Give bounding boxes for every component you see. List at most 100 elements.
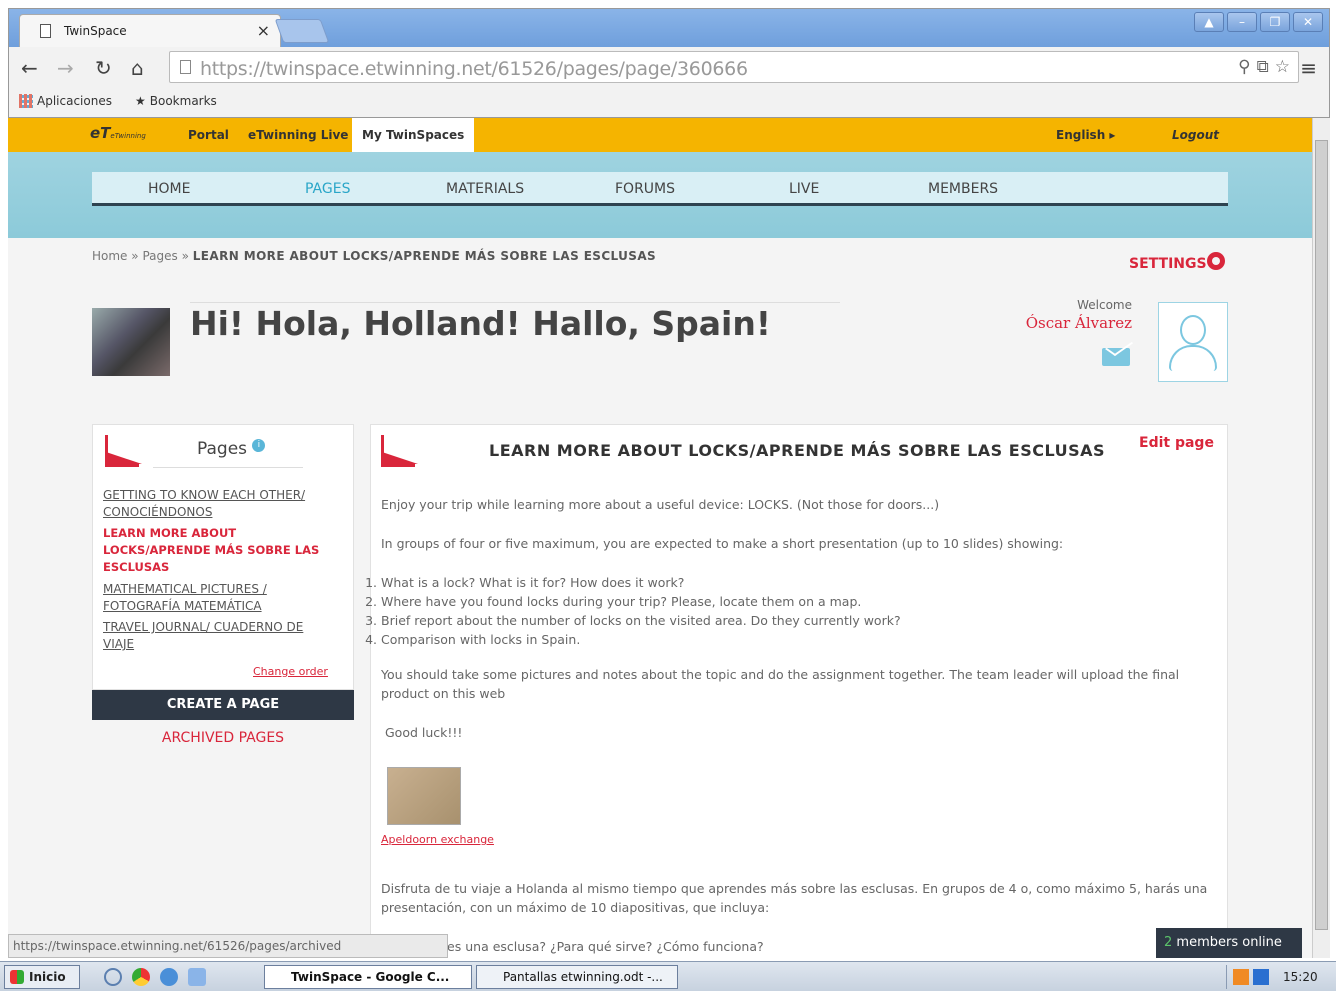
pages-panel: Pages i GETTING TO KNOW EACH OTHER/ CONO…	[92, 424, 354, 690]
list-item: What is a lock? What is it for? How does…	[381, 573, 1211, 592]
chrome-icon[interactable]	[132, 968, 150, 986]
avatar-body-icon	[1169, 345, 1217, 371]
pages-panel-title: Pages i	[197, 439, 266, 459]
apps-grid-icon	[19, 94, 33, 108]
page-link-getting-to-know[interactable]: GETTING TO KNOW EACH OTHER/ CONOCIÉNDONO…	[103, 487, 333, 521]
list-item: Comparison with locks in Spain.	[381, 630, 1211, 649]
tab-members[interactable]: MEMBERS	[928, 172, 998, 206]
title-divider	[190, 302, 840, 303]
media-icon[interactable]	[160, 968, 178, 986]
browser-tab[interactable]: TwinSpace ×	[19, 14, 281, 47]
home-icon[interactable]: ⌂	[131, 56, 144, 80]
scrollbar[interactable]	[1312, 118, 1330, 958]
close-window-button[interactable]: ✕	[1293, 12, 1323, 32]
archived-pages-link[interactable]: ARCHIVED PAGES	[92, 730, 354, 746]
reload-icon[interactable]: ↻	[95, 56, 112, 80]
avatar-head-icon	[1180, 315, 1206, 345]
content-paragraph: Disfruta de tu viaje a Holanda al mismo …	[381, 881, 1208, 915]
bookmark-folder[interactable]: ★ Bookmarks	[135, 94, 217, 108]
nav-portal[interactable]: Portal	[188, 118, 229, 152]
content-title: LEARN MORE ABOUT LOCKS/APRENDE MÁS SOBRE…	[489, 441, 1106, 460]
breadcrumb-home[interactable]: Home	[92, 249, 127, 263]
translate-icon[interactable]: ⧉	[1257, 57, 1269, 77]
address-bar[interactable]: https://twinspace.etwinning.net/61526/pa…	[169, 51, 1299, 83]
tab-materials[interactable]: MATERIALS	[446, 172, 524, 206]
tab-forums[interactable]: FORUMS	[615, 172, 675, 206]
page-link-travel-journal[interactable]: TRAVEL JOURNAL/ CUADERNO DE VIAJE	[103, 619, 333, 653]
star-icon[interactable]: ☆	[1275, 57, 1290, 77]
breadcrumb-pages[interactable]: Pages	[142, 249, 177, 263]
main-nav-band: HOME PAGES MATERIALS FORUMS LIVE MEMBERS	[8, 152, 1312, 238]
page-content: LEARN MORE ABOUT LOCKS/APRENDE MÁS SOBRE…	[370, 424, 1228, 958]
panel-divider	[153, 467, 303, 468]
taskbar: Inicio TwinSpace - Google C... Pantallas…	[0, 961, 1336, 991]
attachment-link[interactable]: Apeldoorn exchange	[381, 833, 494, 846]
task-pantallas-odt[interactable]: Pantallas etwinning.odt -...	[476, 965, 678, 989]
status-bar: https://twinspace.etwinning.net/61526/pa…	[8, 934, 448, 958]
forward-arrow-icon[interactable]: →	[57, 56, 74, 80]
breadcrumb: Home » Pages » LEARN MORE ABOUT LOCKS/AP…	[92, 249, 657, 263]
page-icon	[180, 60, 191, 74]
tab-live[interactable]: LIVE	[789, 172, 819, 206]
new-tab-button[interactable]	[274, 19, 330, 43]
settings-link[interactable]: SETTINGS	[1129, 252, 1225, 274]
logout-link[interactable]: Logout	[1172, 118, 1219, 152]
menu-icon[interactable]: ≡	[1300, 56, 1317, 80]
task-twinspace-chrome[interactable]: TwinSpace - Google C...	[264, 965, 472, 989]
close-tab-icon[interactable]: ×	[257, 21, 270, 40]
url-text: https://twinspace.etwinning.net/61526/pa…	[200, 58, 748, 80]
language-selector[interactable]: English ▸	[1056, 118, 1115, 152]
system-tray: 15:20	[1226, 965, 1334, 989]
main-nav: HOME PAGES MATERIALS FORUMS LIVE MEMBERS	[92, 172, 1228, 206]
tray-network-icon[interactable]	[1253, 969, 1269, 985]
tab-home[interactable]: HOME	[148, 172, 190, 206]
minimize-button[interactable]: –	[1227, 12, 1257, 32]
members-online-badge[interactable]: 2 members online	[1156, 928, 1302, 958]
nav-etwinning-live[interactable]: eTwinning Live	[248, 118, 348, 152]
star-icon: ★	[135, 94, 146, 108]
twinspace-photo	[92, 308, 170, 376]
window-controls: ▲ – ❐ ✕	[1194, 12, 1323, 32]
zoom-icon[interactable]: ⚲	[1238, 57, 1250, 77]
restore-button[interactable]: ❐	[1260, 12, 1290, 32]
bookmark-apps[interactable]: Aplicaciones	[19, 94, 112, 108]
content-paragraph: You should take some pictures and notes …	[381, 667, 1180, 701]
user-name[interactable]: Óscar Álvarez	[988, 314, 1132, 332]
ie-icon[interactable]	[104, 968, 122, 986]
tab-pages[interactable]: PAGES	[305, 172, 350, 206]
document-icon	[40, 24, 51, 38]
title-bar: TwinSpace × ▲ – ❐ ✕	[9, 9, 1329, 47]
back-arrow-icon[interactable]: ←	[21, 56, 38, 80]
info-icon[interactable]: i	[252, 439, 266, 452]
page-link-locks[interactable]: LEARN MORE ABOUT LOCKS/APRENDE MÁS SOBRE…	[103, 525, 333, 576]
tab-title: TwinSpace	[64, 24, 127, 38]
gear-icon	[1206, 252, 1225, 270]
list-item: Where have you found locks during your t…	[381, 592, 1211, 611]
welcome-label: Welcome	[1077, 298, 1132, 312]
avatar[interactable]	[1158, 302, 1228, 382]
mail-icon[interactable]	[1102, 348, 1130, 366]
list-item: Brief report about the number of locks o…	[381, 611, 1211, 630]
browser-toolbar: ← → ↻ ⌂ https://twinspace.etwinning.net/…	[9, 47, 1329, 87]
page-link-mathematical-pictures[interactable]: MATHEMATICAL PICTURES / FOTOGRAFÍA MATEM…	[103, 581, 333, 615]
twinspace-page: eTeTwinning Portal eTwinning Live My Twi…	[8, 118, 1312, 958]
clock: 15:20	[1283, 970, 1318, 984]
user-icon[interactable]: ▲	[1194, 12, 1224, 32]
create-page-button[interactable]: CREATE A PAGE	[92, 690, 354, 720]
nav-my-twinspaces[interactable]: My TwinSpaces	[352, 118, 475, 152]
breadcrumb-current: LEARN MORE ABOUT LOCKS/APRENDE MÁS SOBRE…	[192, 249, 657, 263]
tray-app-icon[interactable]	[1233, 969, 1249, 985]
content-list: What is a lock? What is it for? How does…	[381, 573, 1211, 649]
attachment-thumbnail[interactable]	[387, 767, 461, 825]
page-title: Hi! Hola, Holland! Hallo, Spain!	[190, 304, 771, 343]
scrollbar-thumb[interactable]	[1315, 140, 1328, 930]
desktop-icon[interactable]	[188, 968, 206, 986]
etwinning-logo[interactable]: eTeTwinning	[90, 124, 146, 142]
etwinning-topbar: eTeTwinning Portal eTwinning Live My Twi…	[8, 118, 1312, 152]
content-paragraph: Enjoy your trip while learning more abou…	[381, 497, 940, 512]
change-order-link[interactable]: Change order	[253, 665, 328, 678]
edit-page-link[interactable]: Edit page	[1139, 435, 1214, 451]
start-button[interactable]: Inicio	[4, 965, 80, 989]
content-paragraph: Good luck!!!	[385, 725, 463, 740]
browser-window: TwinSpace × ▲ – ❐ ✕ ← → ↻ ⌂ https://twin…	[8, 8, 1330, 118]
